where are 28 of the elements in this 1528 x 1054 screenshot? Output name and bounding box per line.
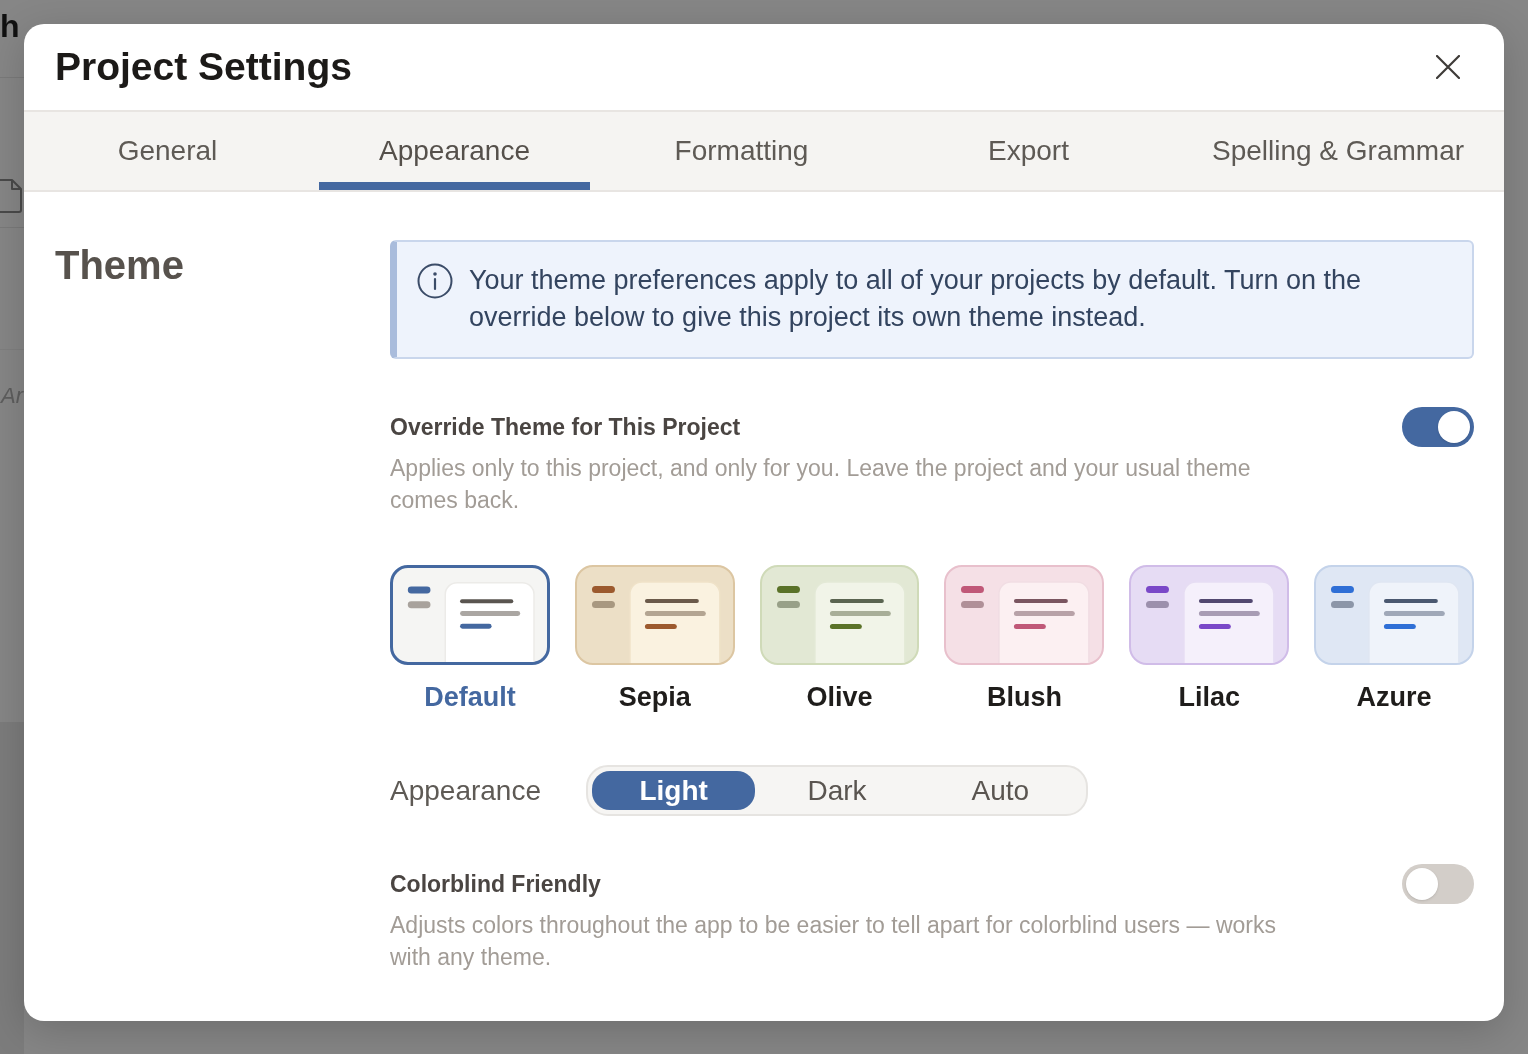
theme-name: Default xyxy=(424,681,516,714)
tab[interactable]: General xyxy=(32,112,303,190)
info-icon xyxy=(417,263,453,299)
toggle-switch[interactable] xyxy=(1402,864,1474,904)
segment-option[interactable]: Light xyxy=(592,771,756,810)
tab[interactable]: Formatting xyxy=(606,112,877,190)
segment-option[interactable]: Dark xyxy=(755,771,919,810)
section-title: Theme xyxy=(55,242,185,289)
setting-description: Adjusts colors throughout the app to be easier to tell apart for colorblind users — works with any theme. xyxy=(390,911,1277,972)
theme-name: Azure xyxy=(1356,681,1432,714)
tab[interactable]: Appearance xyxy=(319,112,590,190)
close-icon xyxy=(1436,55,1460,79)
document-icon xyxy=(0,179,22,213)
theme-name: Sepia xyxy=(618,681,691,714)
setting-label: Override Theme for This Project xyxy=(390,413,742,442)
heading-text: h xyxy=(0,8,20,44)
info-text: Your theme preferences apply to all of your projects by default. Turn on the override below to give this project its own theme instead. xyxy=(469,264,1363,334)
tab[interactable]: Spelling & Grammar xyxy=(1180,112,1496,190)
dialog-title: Project Settings xyxy=(55,44,352,90)
setting-description: Applies only to this project, and only for you. Leave the project and your usual theme comes back. xyxy=(390,454,1252,515)
tab[interactable]: Export xyxy=(893,112,1164,190)
setting-label: Colorblind Friendly xyxy=(390,870,602,899)
appearance-label: Appearance xyxy=(390,773,542,808)
theme-name: Olive xyxy=(806,681,873,714)
segment-option[interactable]: Auto xyxy=(918,771,1082,810)
theme-name: Blush xyxy=(986,681,1062,714)
theme-name: Lilac xyxy=(1178,681,1240,714)
toggle-switch[interactable] xyxy=(1402,407,1474,447)
